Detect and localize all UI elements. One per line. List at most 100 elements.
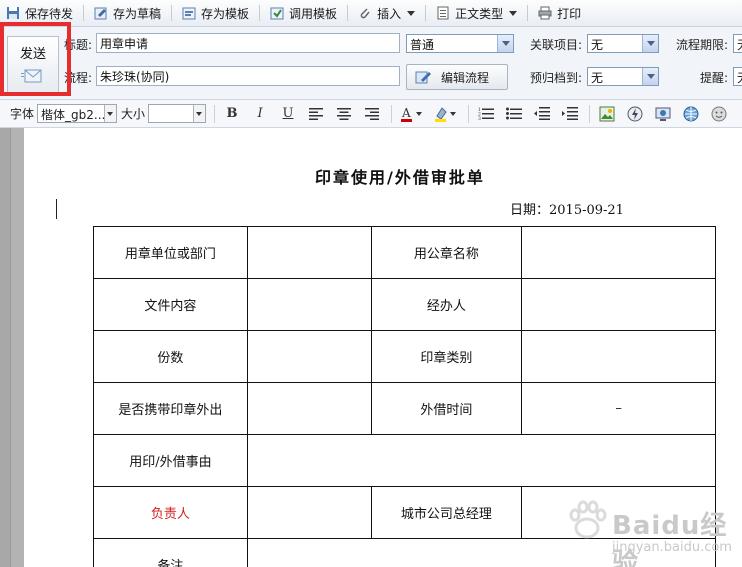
priority-value: 普通 — [410, 38, 435, 52]
table-cell[interactable]: – — [521, 382, 716, 435]
editor-left-margin — [0, 128, 24, 567]
table-cell[interactable]: 是否携带印章外出 — [93, 382, 248, 435]
table-cell-responsible[interactable]: 负责人 — [93, 486, 248, 539]
send-button[interactable]: 发送 — [7, 36, 59, 94]
printer-icon — [538, 6, 552, 20]
insert-media-icon[interactable] — [652, 103, 674, 125]
format-toolbar: 字体 楷体_gb2... 大小 B I U A 123 — [0, 100, 742, 128]
insert-flash-icon[interactable] — [624, 103, 646, 125]
table-cell[interactable] — [246, 434, 717, 487]
save-pending-label: 保存待发 — [25, 6, 74, 21]
related-project-select[interactable]: 无 — [587, 34, 659, 53]
table-row: 用章单位或部门 用公章名称 — [93, 226, 716, 279]
table-cell[interactable]: 外借时间 — [370, 382, 523, 435]
pre-archive-select[interactable]: 无 — [587, 67, 659, 86]
flow-input[interactable] — [96, 66, 400, 86]
insert-menu[interactable]: 插入 — [352, 2, 421, 24]
body-type-menu[interactable]: 正文类型 — [430, 2, 523, 24]
toolbar-divider — [171, 5, 173, 21]
table-row: 份数 印章类别 — [93, 330, 716, 383]
table-cell[interactable] — [521, 278, 716, 331]
insert-label: 插入 — [377, 6, 402, 21]
table-cell[interactable]: 文件内容 — [93, 278, 248, 331]
emoticon-icon[interactable] — [708, 103, 730, 125]
main-toolbar: 保存待发 存为草稿 存为模板 调用模板 插入 正文类型 打印 — [0, 0, 742, 27]
font-select[interactable]: 楷体_gb2... — [37, 104, 118, 123]
font-value: 楷体_gb2... — [41, 108, 106, 122]
table-cell[interactable]: 城市公司总经理 — [370, 486, 523, 539]
print-button[interactable]: 打印 — [532, 2, 587, 24]
align-left-icon[interactable] — [305, 103, 327, 125]
underline-icon[interactable]: U — [277, 103, 299, 125]
table-cell[interactable]: 用公章名称 — [370, 226, 523, 279]
table-cell[interactable] — [521, 330, 716, 383]
save-pending-button[interactable]: 保存待发 — [0, 2, 79, 24]
edit-flow-button[interactable]: 编辑流程 — [406, 64, 508, 90]
editor-margin-inner — [10, 128, 24, 567]
flow-deadline-label: 流程期限: — [676, 38, 729, 52]
indent-icon[interactable] — [559, 103, 581, 125]
table-cell[interactable] — [246, 226, 372, 279]
chevron-down-icon — [193, 105, 206, 122]
baidu-paw-icon — [569, 500, 607, 539]
table-cell[interactable] — [246, 382, 372, 435]
pre-archive-value: 无 — [591, 71, 604, 85]
chevron-down-icon — [497, 35, 513, 52]
table-cell[interactable]: 用章单位或部门 — [93, 226, 248, 279]
document-title: 印章使用/外借审批单 — [315, 168, 485, 187]
table-cell[interactable] — [246, 278, 372, 331]
size-select[interactable] — [148, 104, 207, 123]
outdent-icon[interactable] — [531, 103, 553, 125]
title-label: 标题: — [64, 38, 93, 52]
font-color-icon[interactable]: A — [398, 103, 426, 125]
chevron-down-icon — [642, 68, 658, 85]
table-cell[interactable]: 经办人 — [370, 278, 523, 331]
save-draft-label: 存为草稿 — [113, 6, 162, 21]
table-cell[interactable]: 份数 — [93, 330, 248, 383]
flow-deadline-value: 无 — [737, 38, 742, 52]
insert-image-icon[interactable] — [596, 103, 618, 125]
unordered-list-icon[interactable] — [503, 103, 525, 125]
insert-link-icon[interactable] — [680, 103, 702, 125]
highlight-color-icon[interactable] — [432, 103, 460, 125]
table-cell[interactable]: 用印/外借事由 — [93, 434, 248, 487]
title-input[interactable] — [96, 33, 400, 53]
save-icon — [7, 7, 19, 19]
table-row: 是否携带印章外出 外借时间 – — [93, 382, 716, 435]
flow-deadline-select[interactable]: 无 — [733, 34, 742, 53]
toolbar-divider — [425, 5, 427, 21]
text-cursor — [56, 199, 57, 219]
table-row: 用印/外借事由 — [93, 434, 717, 487]
bold-icon[interactable]: B — [221, 103, 243, 125]
table-cell[interactable] — [246, 330, 372, 383]
chevron-down-icon — [509, 10, 518, 16]
toolbar-divider — [391, 104, 393, 123]
use-template-label: 调用模板 — [289, 6, 338, 21]
italic-icon[interactable]: I — [249, 103, 271, 125]
table-cell[interactable]: 印章类别 — [370, 330, 523, 383]
svg-text:A: A — [401, 106, 411, 120]
remind-select[interactable]: 无 — [733, 67, 742, 86]
watermark-brand: Baidu经验 — [612, 511, 728, 567]
toolbar-divider — [214, 104, 216, 123]
body-type-label: 正文类型 — [455, 6, 504, 21]
font-label: 字体 — [10, 107, 35, 121]
save-draft-button[interactable]: 存为草稿 — [88, 2, 167, 24]
pre-archive-label: 预归档到: — [530, 71, 583, 85]
table-cell[interactable]: 备注 — [93, 538, 248, 567]
save-template-button[interactable]: 存为模板 — [176, 2, 255, 24]
message-header-form: 发送 标题: 普通 关联项目: 无 流程期限: 无 流程: 预归档到: 无 提醒… — [0, 27, 742, 100]
edit-flow-label: 编辑流程 — [441, 70, 490, 85]
align-right-icon[interactable] — [361, 103, 383, 125]
envelope-icon — [21, 69, 42, 83]
align-center-icon[interactable] — [333, 103, 355, 125]
toolbar-divider — [468, 104, 470, 123]
toolbar-divider — [589, 104, 591, 123]
priority-select[interactable]: 普通 — [406, 34, 514, 53]
table-cell[interactable] — [246, 486, 372, 539]
table-cell[interactable] — [521, 226, 716, 279]
chevron-down-icon — [407, 10, 416, 16]
use-template-button[interactable]: 调用模板 — [264, 2, 343, 24]
ordered-list-icon[interactable]: 123 — [475, 103, 497, 125]
toolbar-divider — [347, 5, 349, 21]
